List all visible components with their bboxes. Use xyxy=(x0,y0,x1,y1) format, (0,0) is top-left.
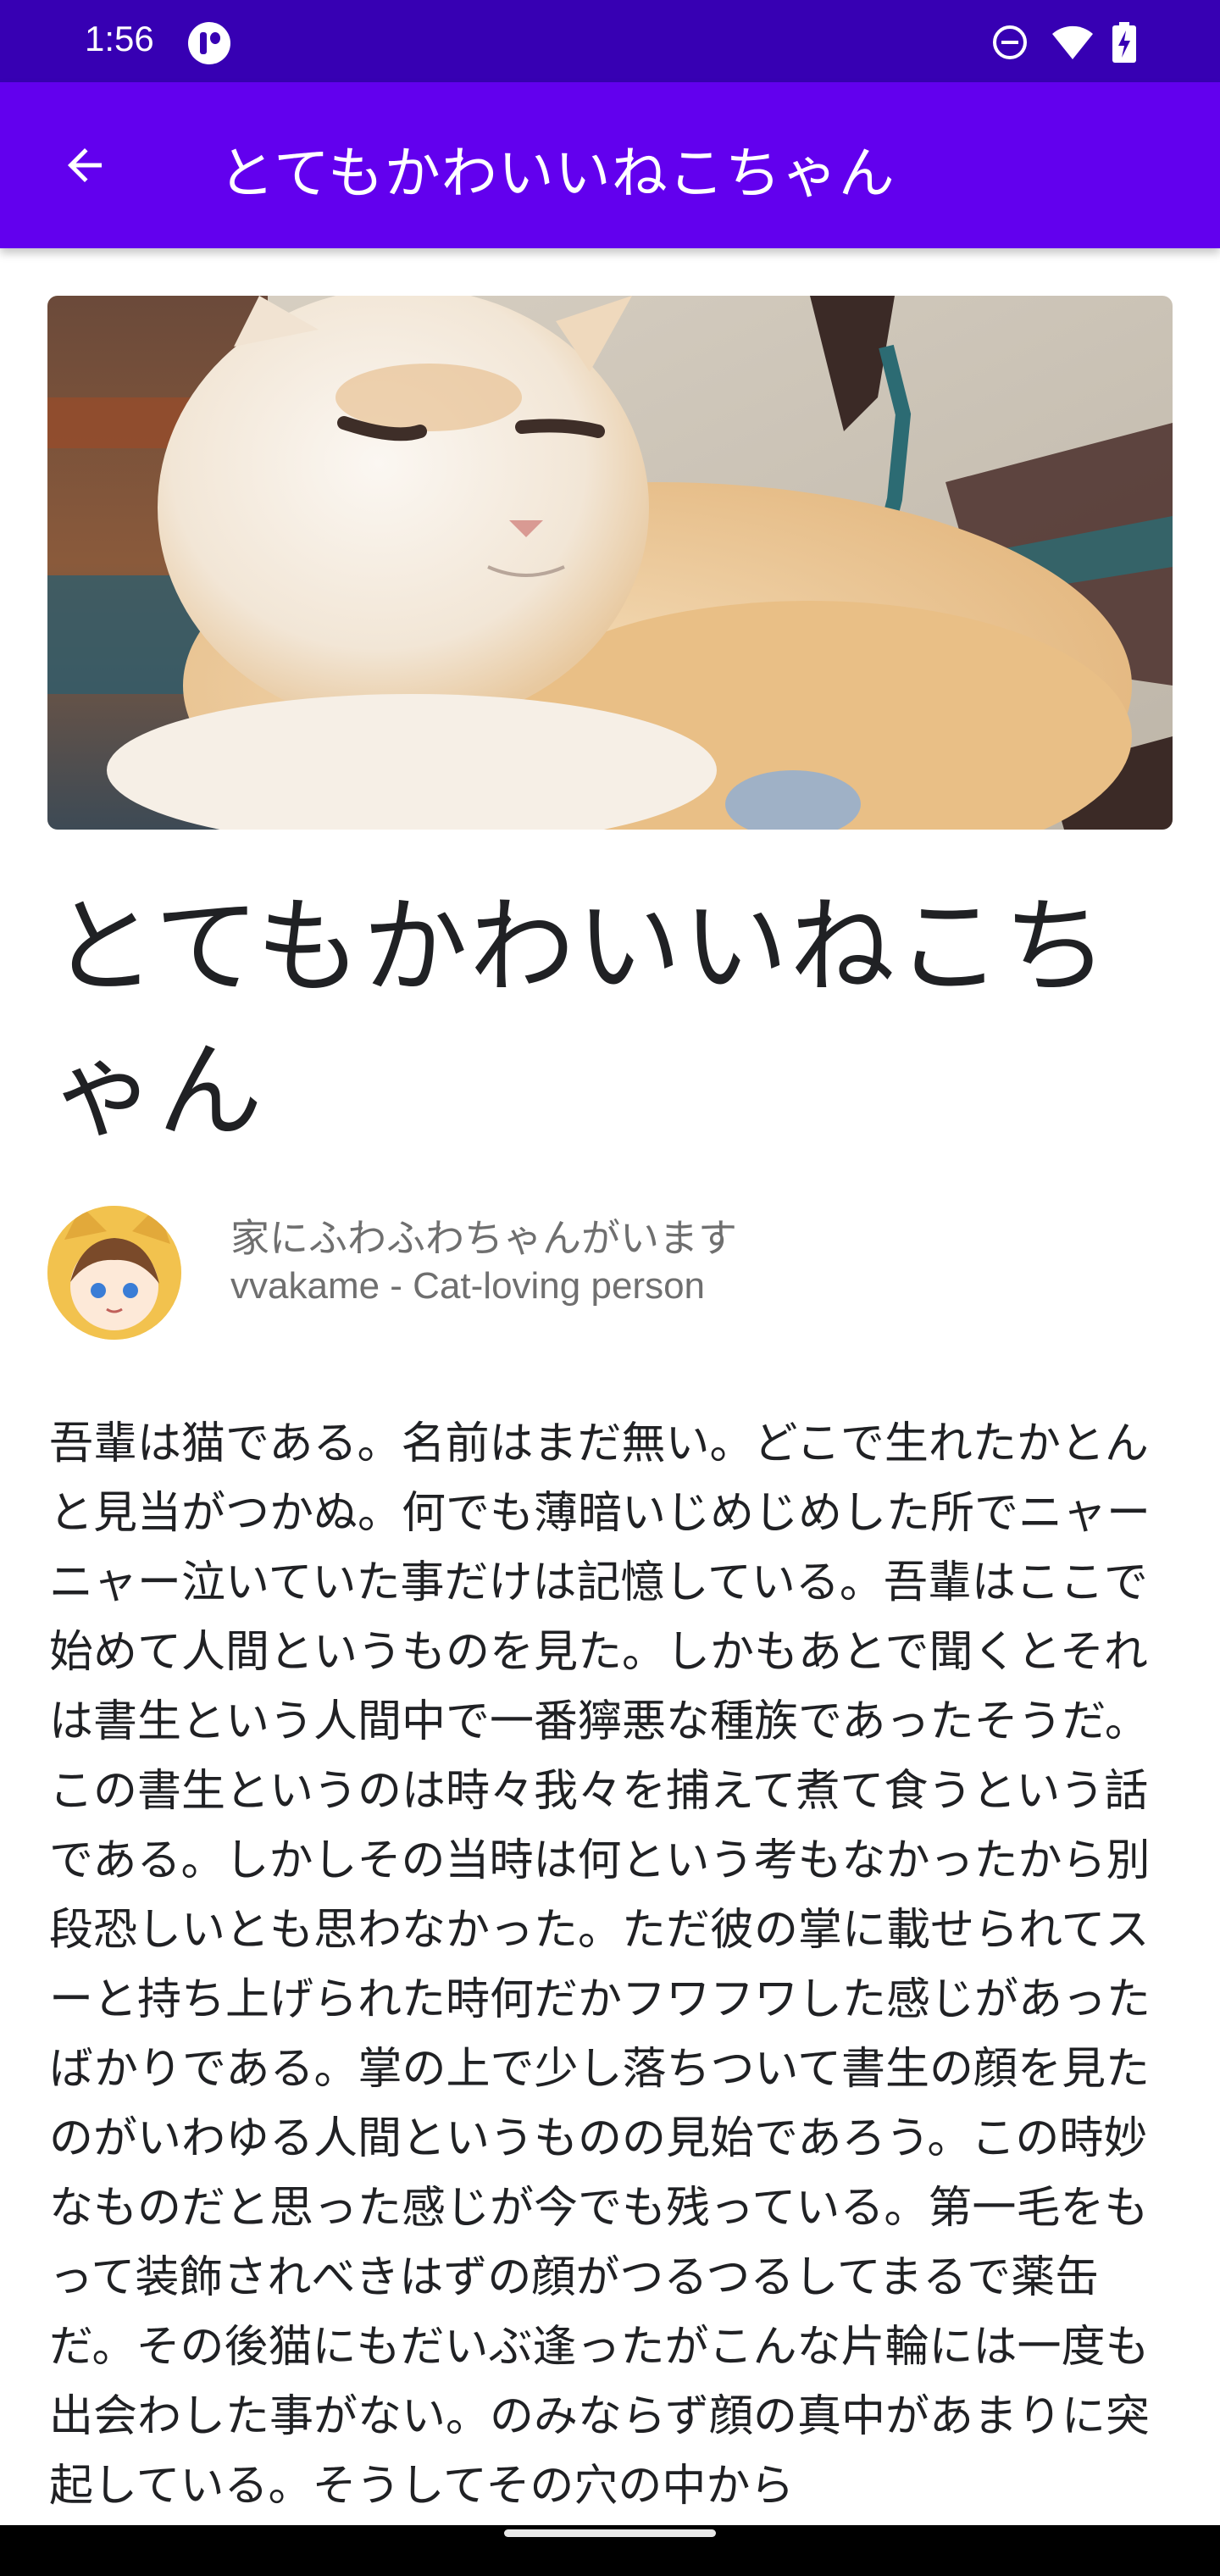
back-button[interactable] xyxy=(51,131,119,199)
battery-charging-icon xyxy=(1112,22,1136,63)
do-not-disturb-icon xyxy=(993,25,1027,59)
wifi-icon xyxy=(1052,25,1093,59)
status-bar: 1:56 xyxy=(0,0,1220,82)
author-avatar[interactable] xyxy=(47,1206,181,1340)
author-name: vvakame - Cat-loving person xyxy=(230,1265,706,1307)
article-title: とてもかわいいねこちゃん xyxy=(51,886,1111,1152)
app-notification-icon xyxy=(188,22,230,64)
status-time: 1:56 xyxy=(85,19,154,58)
arrow-back-icon xyxy=(68,148,102,182)
cat-photo xyxy=(47,296,1173,830)
article-body: 吾輩は猫である。名前はまだ無い。どこで生れたかとんと見当がつかぬ。何でも薄暗いじ… xyxy=(49,1418,1151,2512)
article-content[interactable]: とてもかわいいねこちゃん 家にふわふわちゃんがいます vvakame - Cat… xyxy=(0,248,1220,2525)
app-bar: とてもかわいいねこちゃん xyxy=(0,82,1220,248)
author-headline: 家にふわふわちゃんがいます xyxy=(230,1215,737,1261)
app-bar-title: とてもかわいいねこちゃん xyxy=(219,141,896,206)
home-gesture-handle[interactable] xyxy=(504,2529,716,2537)
